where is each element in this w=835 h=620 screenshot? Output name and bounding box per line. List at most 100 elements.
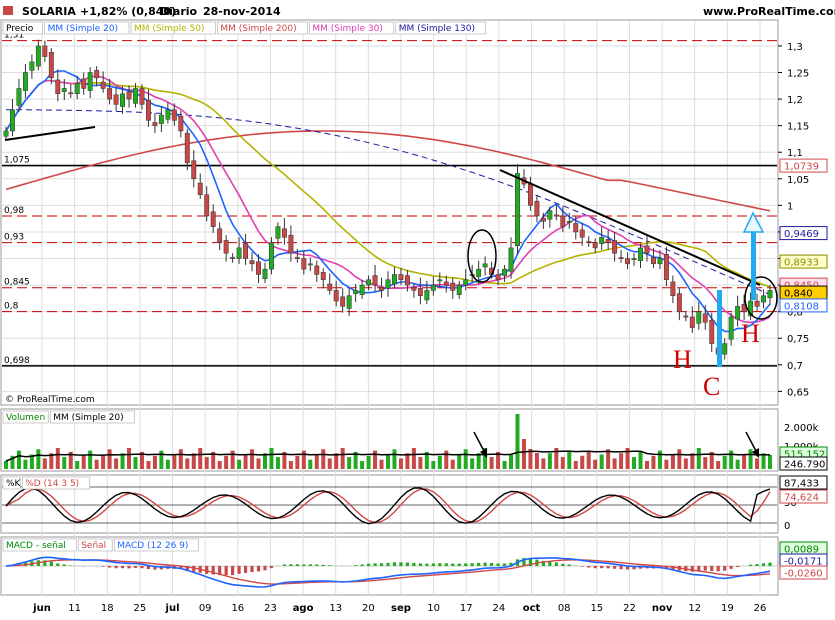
macd-histogram-bar [62, 564, 66, 566]
x-tick-label: 20 [362, 603, 375, 614]
volume-bar [42, 458, 47, 469]
candle-body [133, 88, 138, 104]
x-tick-label: 09 [199, 603, 212, 614]
volume-bar [152, 455, 157, 469]
candle-body [281, 228, 287, 238]
candle-body [320, 272, 326, 281]
volume-bar [81, 455, 86, 469]
macd-histogram-bar [392, 562, 397, 566]
volume-bar [62, 457, 67, 469]
watermark: © ProRealTime.com [5, 395, 95, 405]
candle-body [515, 173, 520, 247]
candle-body [158, 114, 164, 124]
candle-body [456, 284, 462, 295]
macd-histogram-bar [431, 563, 435, 566]
volume-bar [619, 453, 624, 469]
macd-histogram-bar [600, 566, 604, 569]
macd-histogram-bar [328, 565, 332, 566]
volume-bar [146, 461, 151, 469]
candle-body [178, 115, 184, 132]
macd-tags: 0,0089-0,0171-0,0260 [779, 541, 828, 580]
x-tick-label: 10 [427, 603, 440, 614]
macd-histogram-bar [502, 563, 507, 566]
legend-entry: MM (Simple 30) [312, 24, 382, 34]
volume-bar [657, 450, 662, 469]
volume-bar [476, 453, 481, 469]
volume-bar [16, 450, 21, 469]
macd-histogram-bar [282, 564, 287, 566]
candle-body [145, 99, 151, 121]
macd-histogram-bar [243, 566, 248, 573]
macd-histogram-bar [379, 563, 384, 566]
y-tick-label: 1,25 [787, 69, 809, 80]
volume-bar [586, 450, 591, 469]
candle-body [709, 319, 715, 344]
candle-body [48, 52, 54, 79]
candle-body [100, 81, 106, 89]
candle-body [638, 247, 643, 261]
volume-bar [735, 459, 740, 469]
volume-bar [185, 458, 190, 469]
macd-histogram-bar [107, 566, 112, 568]
macd-histogram-bar [438, 563, 442, 566]
candle-body [508, 247, 514, 272]
candle-body [385, 279, 391, 289]
candle-body [476, 268, 482, 277]
legend-entry: MACD (12 26 9) [117, 541, 188, 551]
volume-bar [593, 459, 598, 469]
macd-histogram-bar [308, 564, 312, 566]
candle-body [379, 286, 384, 291]
macd-histogram-bar [703, 566, 707, 571]
macd-histogram-bar [399, 562, 403, 566]
x-tick-label: 12 [688, 603, 701, 614]
y-tick-label: 0,65 [787, 387, 809, 398]
candle-body [217, 228, 223, 243]
candle-body [307, 263, 313, 266]
volume-bar [612, 458, 617, 469]
volume-bar [541, 458, 546, 469]
macd-histogram-bar [101, 566, 105, 567]
level-label: 0,98 [4, 206, 24, 216]
macd-histogram-bar [263, 566, 267, 571]
candle-body [670, 281, 676, 296]
candle-body [392, 274, 397, 285]
candle-body [599, 237, 605, 244]
legend-entry: MM (Simple 130) [399, 24, 475, 34]
x-tick-label: oct [523, 603, 541, 614]
volume-bar [386, 454, 390, 469]
volume-bar [748, 449, 753, 469]
price-tag: 0,840 [784, 289, 813, 300]
macd-histogram-bar [755, 564, 759, 566]
panel-frames [0, 19, 779, 596]
volume-bar [55, 448, 60, 469]
macd-histogram-bar [748, 564, 753, 566]
macd-histogram-bar [619, 566, 623, 570]
macd-histogram-bar [224, 566, 228, 576]
macd-histogram-bar [49, 561, 53, 566]
volume-bar [373, 450, 378, 469]
level-label: 0,93 [4, 233, 24, 243]
macd-histogram-bar [451, 563, 455, 566]
volume-bar [489, 457, 494, 469]
candle-body [301, 258, 307, 270]
candle-body [586, 241, 592, 243]
volume-bar [94, 459, 99, 469]
macd-histogram-bar [127, 566, 131, 569]
volume-bar [580, 455, 585, 469]
macd-histogram-bar [483, 562, 487, 566]
macd-histogram-bar [613, 566, 617, 569]
candle-body [722, 343, 728, 355]
x-tick-label: jun [32, 603, 51, 614]
candle-body [735, 306, 741, 320]
macd-histogram-bar [464, 563, 468, 566]
stochastic-tag: 87,433 [784, 479, 819, 490]
volume-bar [327, 458, 332, 469]
candle-body [566, 221, 572, 223]
candle-body [87, 72, 93, 91]
stock-chart: SOLARIA +1,82% (0,840) Diario 28-nov-201… [0, 0, 835, 614]
candle-body [152, 122, 158, 126]
macd-histogram-bar [593, 566, 597, 569]
volume-bar [275, 457, 280, 469]
x-tick-label: 23 [264, 603, 277, 614]
price-legend: Precio MM (Simple 20) MM (Simple 50) MM (Si… [2, 21, 487, 35]
